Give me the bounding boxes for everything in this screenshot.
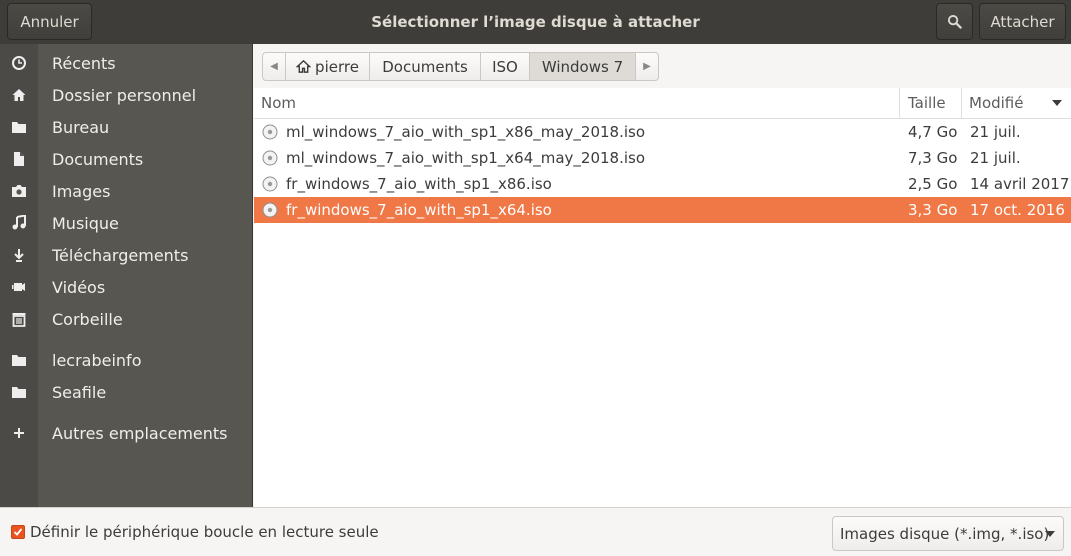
column-separator bbox=[961, 88, 962, 119]
file-modified: 21 juil. bbox=[970, 123, 1021, 141]
file-row[interactable]: ml_windows_7_aio_with_sp1_x86_may_2018.i… bbox=[254, 119, 1071, 145]
disc-image-icon bbox=[262, 124, 278, 140]
sidebar-item-trash[interactable]: Corbeille bbox=[0, 303, 253, 335]
video-icon bbox=[0, 279, 38, 295]
header-bar: Annuler Sélectionner l’image disque à at… bbox=[0, 0, 1071, 44]
filter-selected-label: Images disque (*.img, *.iso) bbox=[840, 524, 1050, 543]
sidebar-item-label: Images bbox=[52, 181, 111, 201]
cancel-button[interactable]: Annuler bbox=[7, 3, 92, 40]
clock-icon bbox=[0, 55, 38, 71]
sidebar-item-home[interactable]: Dossier personnel bbox=[0, 79, 253, 111]
disc-image-icon bbox=[262, 176, 278, 192]
sidebar-item-label: Vidéos bbox=[52, 277, 106, 297]
sidebar-item-label: Récents bbox=[52, 53, 116, 73]
column-size[interactable]: Taille bbox=[908, 88, 946, 119]
sidebar-item-label: lecrabeinfo bbox=[52, 350, 142, 370]
dialog-title: Sélectionner l’image disque à attacher bbox=[371, 13, 700, 31]
path-crumb-iso[interactable]: ISO bbox=[480, 52, 530, 81]
sidebar-item-label: Bureau bbox=[52, 117, 110, 137]
home-icon bbox=[0, 87, 38, 103]
sidebar-item-videos[interactable]: Vidéos bbox=[0, 271, 253, 303]
sidebar-item-pictures[interactable]: Images bbox=[0, 175, 253, 207]
dialog-options-bar: Définir le périphérique boucle en lectur… bbox=[0, 507, 1071, 556]
attach-button[interactable]: Attacher bbox=[979, 3, 1066, 40]
path-scroll-right-button[interactable]: ▶ bbox=[635, 52, 659, 81]
readonly-checkbox-label[interactable]: Définir le périphérique boucle en lectur… bbox=[30, 508, 379, 556]
sidebar-item-label: Musique bbox=[52, 213, 119, 233]
file-row[interactable]: ml_windows_7_aio_with_sp1_x64_may_2018.i… bbox=[254, 145, 1071, 171]
column-headers: Nom Taille Modifié bbox=[254, 88, 1071, 119]
search-button[interactable] bbox=[936, 3, 973, 40]
sidebar-item-label: Documents bbox=[52, 149, 144, 169]
file-name: fr_windows_7_aio_with_sp1_x64.iso bbox=[286, 201, 552, 219]
places-sidebar: Récents Dossier personnel Bureau Documen… bbox=[0, 44, 253, 507]
home-icon bbox=[296, 59, 312, 73]
file-name: ml_windows_7_aio_with_sp1_x64_may_2018.i… bbox=[286, 149, 646, 167]
file-modified: 17 oct. 2016 bbox=[970, 201, 1065, 219]
folder-icon bbox=[0, 119, 38, 135]
file-row[interactable]: fr_windows_7_aio_with_sp1_x86.iso 2,5 Go… bbox=[254, 171, 1071, 197]
readonly-checkbox[interactable] bbox=[11, 525, 25, 539]
search-icon bbox=[947, 14, 962, 29]
sidebar-item-music[interactable]: Musique bbox=[0, 207, 253, 239]
trash-icon bbox=[0, 311, 38, 327]
folder-icon bbox=[0, 384, 38, 400]
file-size: 3,3 Go bbox=[908, 201, 958, 219]
file-row-selected[interactable]: fr_windows_7_aio_with_sp1_x64.iso 3,3 Go… bbox=[254, 197, 1071, 223]
file-type-filter-dropdown[interactable]: Images disque (*.img, *.iso) bbox=[832, 516, 1064, 551]
plus-icon bbox=[0, 426, 38, 440]
path-bar: ◀ pierre Documents ISO Windows 7 ▶ bbox=[254, 44, 1071, 88]
sidebar-item-label: Dossier personnel bbox=[52, 85, 197, 105]
sidebar-item-downloads[interactable]: Téléchargements bbox=[0, 239, 253, 271]
path-crumb-label: Windows 7 bbox=[541, 57, 624, 76]
path-crumb-label: Documents bbox=[382, 57, 468, 76]
column-name[interactable]: Nom bbox=[261, 88, 296, 119]
checkmark-icon bbox=[13, 528, 23, 536]
folder-icon bbox=[0, 352, 38, 368]
sidebar-item-desktop[interactable]: Bureau bbox=[0, 111, 253, 143]
sidebar-item-recents[interactable]: Récents bbox=[0, 47, 253, 79]
disc-image-icon bbox=[262, 150, 278, 166]
file-name: fr_windows_7_aio_with_sp1_x86.iso bbox=[286, 175, 552, 193]
path-crumb-label: pierre bbox=[315, 57, 359, 76]
chevron-down-icon bbox=[1045, 531, 1055, 537]
file-modified: 21 juil. bbox=[970, 149, 1021, 167]
sidebar-item-lecrabeinfo[interactable]: lecrabeinfo bbox=[0, 344, 253, 376]
file-size: 2,5 Go bbox=[908, 175, 958, 193]
sidebar-item-label: Autres emplacements bbox=[52, 423, 228, 443]
path-crumb-label: ISO bbox=[492, 57, 518, 76]
file-size: 7,3 Go bbox=[908, 149, 958, 167]
file-modified: 14 avril 2017 bbox=[970, 175, 1070, 193]
document-icon bbox=[0, 151, 38, 167]
sort-descending-icon bbox=[1052, 100, 1062, 106]
camera-icon bbox=[0, 183, 38, 199]
disc-image-icon bbox=[262, 202, 278, 218]
sidebar-item-other-locations[interactable]: Autres emplacements bbox=[0, 417, 253, 449]
chevron-right-icon: ▶ bbox=[643, 61, 651, 72]
sidebar-item-label: Seafile bbox=[52, 382, 107, 402]
column-separator bbox=[899, 88, 900, 119]
download-icon bbox=[0, 247, 38, 263]
path-crumb-windows-7[interactable]: Windows 7 bbox=[529, 52, 636, 81]
chevron-left-icon: ◀ bbox=[270, 61, 278, 72]
music-icon bbox=[0, 215, 38, 231]
file-browser: ◀ pierre Documents ISO Windows 7 ▶ Nom T… bbox=[254, 44, 1071, 507]
sidebar-item-seafile[interactable]: Seafile bbox=[0, 376, 253, 408]
path-crumb-documents[interactable]: Documents bbox=[369, 52, 481, 81]
path-crumb-pierre[interactable]: pierre bbox=[285, 52, 370, 81]
sidebar-item-label: Corbeille bbox=[52, 309, 123, 329]
sidebar-item-documents[interactable]: Documents bbox=[0, 143, 253, 175]
column-modified[interactable]: Modifié bbox=[969, 88, 1024, 119]
path-scroll-left-button[interactable]: ◀ bbox=[262, 52, 286, 81]
sidebar-item-label: Téléchargements bbox=[52, 245, 189, 265]
file-name: ml_windows_7_aio_with_sp1_x86_may_2018.i… bbox=[286, 123, 646, 141]
file-size: 4,7 Go bbox=[908, 123, 958, 141]
